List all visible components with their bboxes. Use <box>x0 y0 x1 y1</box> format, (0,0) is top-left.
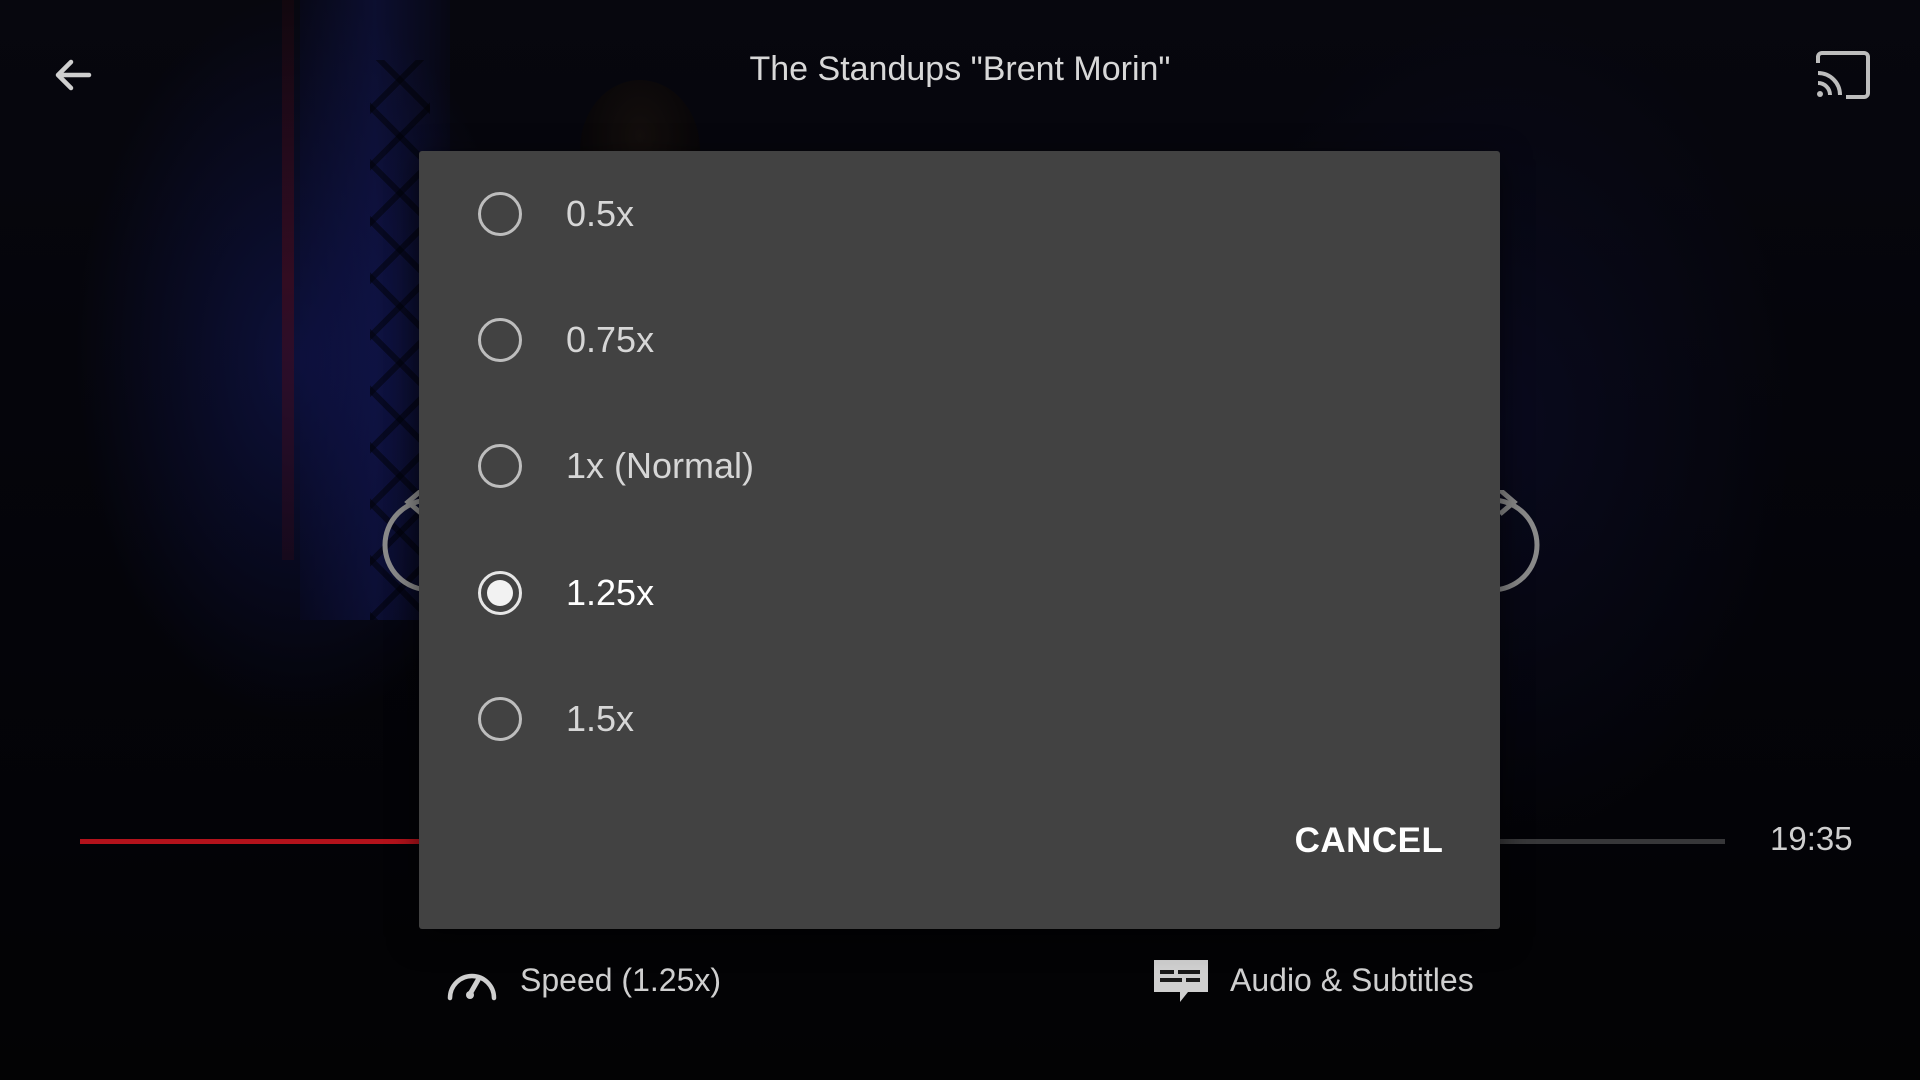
time-remaining: 19:35 <box>1770 820 1853 857</box>
speed-option-1-5x[interactable]: 1.5x <box>419 669 1500 769</box>
speed-option-label: 1.25x <box>566 572 655 613</box>
speed-option-0-5x[interactable]: 0.5x <box>419 164 1500 264</box>
cast-icon <box>1816 51 1870 99</box>
video-player[interactable]: The Standups "Brent Morin" 19:35 Speed (… <box>0 0 1920 1080</box>
playback-speed-dialog: 0.5x 0.75x 1x (Normal) 1.25x 1.5x CANCEL <box>419 151 1500 929</box>
speedometer-icon <box>447 973 497 1001</box>
arrow-left-icon <box>55 59 92 91</box>
progress-fill <box>80 839 442 844</box>
cancel-button[interactable]: CANCEL <box>1279 811 1459 871</box>
speed-option-label: 1x (Normal) <box>566 445 755 486</box>
speed-option-1x-normal[interactable]: 1x (Normal) <box>419 416 1500 516</box>
cast-button[interactable] <box>1808 44 1878 106</box>
speed-option-1-25x[interactable]: 1.25x <box>419 543 1500 643</box>
radio-button[interactable] <box>478 697 522 741</box>
speed-button[interactable]: Speed (1.25x) <box>444 955 721 1005</box>
radio-button[interactable] <box>478 318 522 362</box>
video-title: The Standups "Brent Morin" <box>749 50 1171 88</box>
radio-button[interactable] <box>478 192 522 236</box>
speed-option-label: 0.75x <box>566 319 655 360</box>
radio-button-selected[interactable] <box>478 571 522 615</box>
radio-selected-dot <box>487 580 513 606</box>
speed-option-label: 1.5x <box>566 698 635 739</box>
radio-button[interactable] <box>478 444 522 488</box>
audio-subtitles-label: Audio & Subtitles <box>1230 961 1474 998</box>
audio-subtitles-button[interactable]: Audio & Subtitles <box>1150 955 1474 1005</box>
speed-label: Speed (1.25x) <box>520 961 722 998</box>
speed-option-0-75x[interactable]: 0.75x <box>419 290 1500 390</box>
back-button[interactable] <box>40 42 106 108</box>
speed-option-label: 0.5x <box>566 193 635 234</box>
subtitles-icon <box>1154 960 1208 1002</box>
